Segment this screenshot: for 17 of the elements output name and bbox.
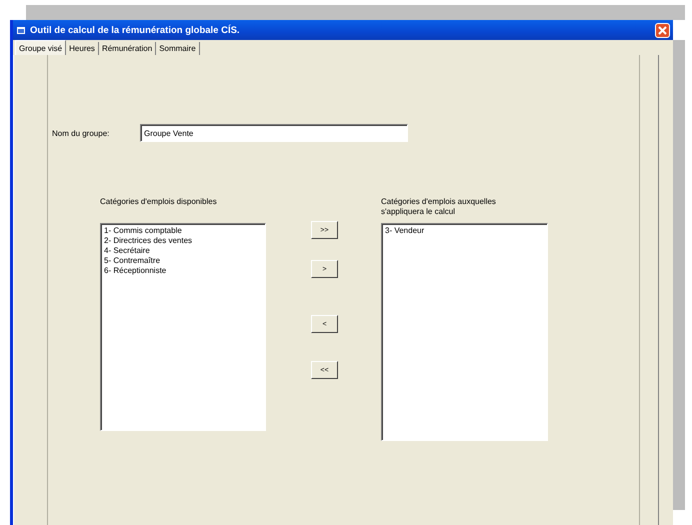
list-label: Catégories d'emplois auxquelles s'appliquera le calcul — [381, 197, 497, 218]
list-box[interactable]: 1- Commis comptable 2- Directrices des ventes 4- Secrétaire 5- Contremaître 6- Réceptionniste — [100, 223, 266, 431]
list-item[interactable]: 5- Contremaître — [104, 256, 160, 266]
list-label: Catégories d'emplois disponibles — [100, 197, 218, 208]
list-item[interactable]: 6- Réceptionniste — [104, 266, 166, 276]
close-icon — [658, 26, 667, 34]
window-title: Outil de calcul de la rémunération globale CÍS. — [30, 24, 241, 36]
list-item[interactable]: 2- Directrices des ventes — [104, 236, 192, 246]
group-name-field[interactable]: Groupe Vente — [140, 124, 408, 142]
list-item[interactable]: 3- Vendeur — [385, 226, 424, 236]
tab[interactable]: Groupe visé — [15, 40, 66, 55]
window-icon — [17, 26, 25, 34]
close-button[interactable] — [655, 22, 670, 38]
list-box[interactable]: 3- Vendeur — [381, 223, 548, 441]
field-label: Nom du groupe: — [52, 128, 110, 138]
list-item[interactable]: 1- Commis comptable — [104, 226, 182, 236]
list-item[interactable]: 4- Secrétaire — [104, 246, 150, 256]
